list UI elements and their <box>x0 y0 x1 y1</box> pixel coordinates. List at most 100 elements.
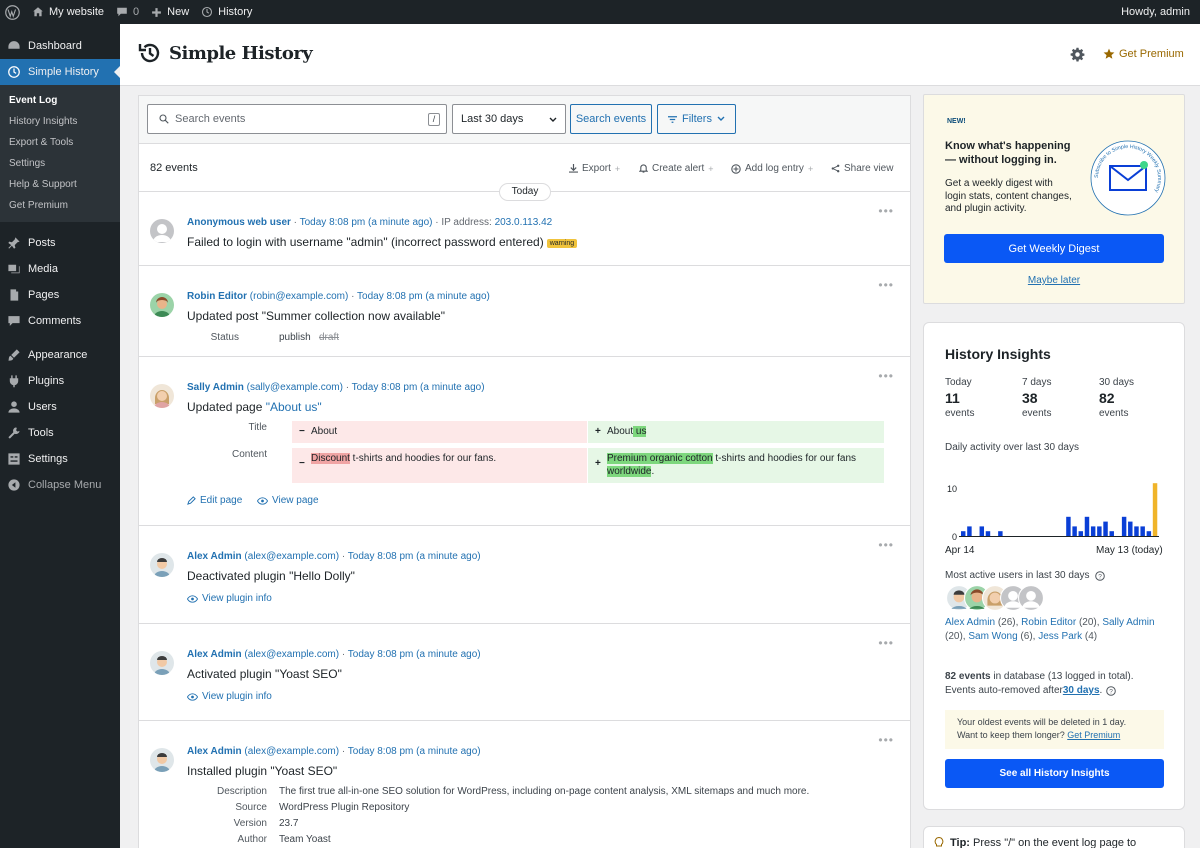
event-actions-icon[interactable]: ••• <box>878 636 894 650</box>
view-page-link[interactable]: View page <box>257 495 319 506</box>
admin-sidebar: Dashboard Simple History Event Log Histo… <box>0 24 120 848</box>
filters-button[interactable]: Filters <box>657 104 736 134</box>
menu-plugins[interactable]: Plugins <box>0 368 120 394</box>
brush-icon <box>8 349 20 361</box>
user-link[interactable]: Sam Wong <box>968 631 1017 642</box>
diff-key-label: Title <box>248 422 267 433</box>
chart-bar <box>1090 526 1096 536</box>
view-plugin-info-link[interactable]: View plugin info <box>187 593 272 604</box>
my-account-link[interactable]: Howdy, admin <box>1115 0 1200 24</box>
menu-appearance[interactable]: Appearance <box>0 342 120 368</box>
share-view-button[interactable]: Share view <box>831 163 893 174</box>
detail-key: Author <box>237 834 267 845</box>
view-plugin-info-link[interactable]: View plugin info <box>187 691 272 702</box>
menu-label: Appearance <box>28 349 88 361</box>
retention-days-link[interactable]: 30 days <box>1063 684 1100 698</box>
wrench-icon <box>8 427 20 439</box>
diff-text: t-shirts and hoodies for our fans <box>712 453 857 464</box>
event-initiator[interactable]: Alex Admin <box>187 551 242 562</box>
event-initiator[interactable]: Alex Admin <box>187 746 242 757</box>
menu-media[interactable]: Media <box>0 256 120 282</box>
create-alert-button[interactable]: Create alert + <box>639 163 714 174</box>
initiator-email[interactable]: (alex@example.com) <box>244 551 339 562</box>
initiator-email[interactable]: (sally@example.com) <box>247 382 343 393</box>
menu-collapse[interactable]: Collapse Menu <box>0 472 120 498</box>
submenu-get-premium[interactable]: Get Premium <box>0 195 120 216</box>
user-link[interactable]: Alex Admin <box>945 617 995 628</box>
history-icon <box>202 6 213 18</box>
event-time-link[interactable]: Today 8:08 pm (a minute ago) <box>300 217 433 228</box>
event-initiator[interactable]: Robin Editor <box>187 291 247 302</box>
history-link[interactable]: History <box>195 0 258 24</box>
event-actions-icon[interactable]: ••• <box>878 204 894 218</box>
event-time-link[interactable]: Today 8:08 pm (a minute ago) <box>348 649 481 660</box>
submenu-export-tools[interactable]: Export & Tools <box>0 132 120 153</box>
get-premium-link[interactable]: Get Premium <box>1103 48 1184 60</box>
event-actions-icon[interactable]: ••• <box>878 733 894 747</box>
chevron-down-icon <box>549 117 557 122</box>
date-range-select[interactable]: Last 30 days <box>452 104 566 134</box>
menu-dashboard[interactable]: Dashboard <box>0 33 120 59</box>
plugin-detail: Author Team Yoast <box>187 834 907 848</box>
help-icon[interactable]: ? <box>1094 570 1105 581</box>
menu-simple-history[interactable]: Simple History <box>0 59 120 85</box>
event-initiator[interactable]: Alex Admin <box>187 649 242 660</box>
user-link[interactable]: Robin Editor <box>1021 617 1076 628</box>
get-weekly-digest-button[interactable]: Get Weekly Digest <box>944 234 1164 263</box>
settings-gear-icon[interactable] <box>1070 47 1085 65</box>
search-events-button[interactable]: Search events <box>570 104 652 134</box>
initiator-email[interactable]: (alex@example.com) <box>244 649 339 660</box>
menu-tools[interactable]: Tools <box>0 420 120 446</box>
title-old-value: − About <box>292 421 587 443</box>
menu-settings[interactable]: Settings <box>0 446 120 472</box>
tip-text: Tip: Press "/" on the event log page to <box>934 837 1136 848</box>
event-actions-icon[interactable]: ••• <box>878 538 894 552</box>
submenu-history-insights[interactable]: History Insights <box>0 111 120 132</box>
maybe-later-link[interactable]: Maybe later <box>924 275 1184 286</box>
submenu-help-support[interactable]: Help & Support <box>0 174 120 195</box>
menu-label: Simple History <box>28 66 99 78</box>
submenu-settings[interactable]: Settings <box>0 153 120 174</box>
event-time-link[interactable]: Today 8:08 pm (a minute ago) <box>357 291 490 302</box>
jess-avatar[interactable] <box>1018 585 1044 611</box>
edit-page-link[interactable]: Edit page <box>187 495 242 506</box>
menu-users[interactable]: Users <box>0 394 120 420</box>
db-count: 82 events <box>945 671 991 682</box>
event-actions-icon[interactable]: ••• <box>878 278 894 292</box>
new-content-link[interactable]: New <box>145 0 195 24</box>
menu-posts[interactable]: Posts <box>0 230 120 256</box>
help-icon[interactable]: ? <box>1106 686 1117 696</box>
event-time-link[interactable]: Today 8:08 pm (a minute ago) <box>348 746 481 757</box>
event-actions-icon[interactable]: ••• <box>878 369 894 383</box>
promo-title-line: Know what's happening <box>945 140 1071 152</box>
get-premium-link[interactable]: Get Premium <box>1067 730 1120 740</box>
user-link[interactable]: Sally Admin <box>1102 617 1154 628</box>
promo-title: Know what's happening — without logging … <box>945 139 1070 167</box>
alex-avatar <box>150 748 174 772</box>
event-initiator[interactable]: Sally Admin <box>187 382 244 393</box>
comments-icon <box>8 316 20 326</box>
comments-link[interactable]: 0 <box>110 0 145 24</box>
search-input[interactable]: Search events / <box>147 104 447 134</box>
event-initiator[interactable]: Anonymous web user <box>187 217 291 228</box>
about-us-page-link[interactable]: "About us" <box>266 400 322 414</box>
submenu-event-log[interactable]: Event Log <box>0 90 120 111</box>
user-link[interactable]: Jess Park <box>1038 631 1082 642</box>
event-time-link[interactable]: Today 8:08 pm (a minute ago) <box>352 382 485 393</box>
initiator-email[interactable]: (robin@example.com) <box>250 291 349 302</box>
site-name-link[interactable]: My website <box>26 0 110 24</box>
ip-address-link[interactable]: 203.0.113.42 <box>495 217 553 228</box>
db-text: in database (13 logged in total). <box>990 671 1134 682</box>
export-button[interactable]: Export + <box>569 163 620 174</box>
see-all-insights-button[interactable]: See all History Insights <box>945 759 1164 788</box>
event-time-link[interactable]: Today 8:08 pm (a minute ago) <box>348 551 481 562</box>
tip-label: Tip: <box>950 837 970 848</box>
ip-label: · IP address: <box>435 217 492 228</box>
comments-count: 0 <box>133 6 140 18</box>
add-log-entry-button[interactable]: Add log entry + <box>731 163 813 174</box>
filters-label: Filters <box>682 113 712 125</box>
menu-comments[interactable]: Comments <box>0 308 120 334</box>
wordpress-logo-icon[interactable] <box>0 0 26 24</box>
menu-pages[interactable]: Pages <box>0 282 120 308</box>
initiator-email[interactable]: (alex@example.com) <box>244 746 339 757</box>
